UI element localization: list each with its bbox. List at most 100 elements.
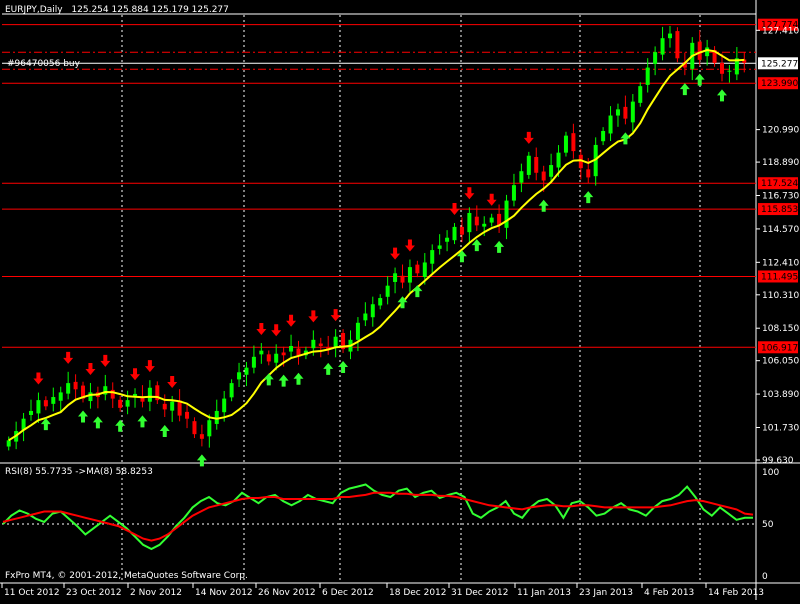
price-level-value: 115.853 xyxy=(761,205,798,215)
chart-header: EURJPY,Daily 125.254 125.884 125.179 125… xyxy=(5,5,229,16)
candle-body xyxy=(281,352,286,356)
candle-body xyxy=(229,383,234,398)
rsi-tick-label: 50 xyxy=(762,520,774,530)
candle-body xyxy=(474,216,479,226)
candle-body xyxy=(29,410,34,415)
up-arrow-icon xyxy=(92,416,103,429)
candle-body xyxy=(199,434,204,439)
time-tick-label: 23 Oct 2012 xyxy=(66,588,122,598)
candle-body xyxy=(667,33,672,39)
rsi-tick-label: 100 xyxy=(762,468,779,478)
current-price-value: 125.277 xyxy=(761,59,798,69)
candle-body xyxy=(563,135,568,153)
down-arrow-icon xyxy=(167,375,178,388)
up-arrow-icon xyxy=(278,374,289,387)
chart-window[interactable]: 127.774 123.990 117.524 115.853 111.495 106.9… xyxy=(0,0,800,600)
candle-body xyxy=(125,400,130,407)
rsi-ma-line xyxy=(2,491,754,542)
price-level-value: 106.917 xyxy=(761,343,798,353)
price-tick-label: 110.310 xyxy=(762,291,799,301)
candle-body xyxy=(289,345,294,352)
price-tick-label: 101.730 xyxy=(762,424,799,434)
candle-body xyxy=(660,38,665,55)
candle-body xyxy=(266,354,271,362)
candle-body xyxy=(556,152,561,168)
down-arrow-icon xyxy=(449,203,460,216)
up-arrow-icon xyxy=(620,132,631,145)
down-arrow-icon xyxy=(33,372,44,385)
down-arrow-icon xyxy=(404,239,415,252)
up-arrow-icon xyxy=(293,372,304,385)
time-tick-label: 11 Oct 2012 xyxy=(4,588,60,598)
candle-body xyxy=(645,67,650,85)
candle-body xyxy=(437,245,442,249)
up-arrow-icon xyxy=(78,410,89,423)
down-arrow-icon xyxy=(85,362,96,375)
price-tick-label: 112.410 xyxy=(762,258,799,268)
candle-body xyxy=(608,115,613,134)
candle-body xyxy=(222,398,227,413)
candle-body xyxy=(467,212,472,233)
up-arrow-icon xyxy=(263,373,274,386)
down-arrow-icon xyxy=(144,360,155,373)
candle-body xyxy=(393,273,398,282)
candle-body xyxy=(296,348,301,356)
price-tick-label: 103.890 xyxy=(762,390,799,400)
up-arrow-icon xyxy=(137,415,148,428)
candle-body xyxy=(459,226,464,235)
rsi-line xyxy=(2,483,753,551)
down-arrow-icon xyxy=(330,309,341,322)
down-arrow-icon xyxy=(63,351,74,364)
time-tick-label: 23 Jan 2013 xyxy=(579,588,633,598)
down-arrow-icon xyxy=(286,314,297,327)
candle-body xyxy=(586,169,591,178)
candle-body xyxy=(170,401,175,411)
up-arrow-icon xyxy=(716,89,727,102)
candle-body xyxy=(511,185,516,201)
candle-body xyxy=(638,86,643,103)
candle-body xyxy=(192,421,197,435)
ohlc-values: 125.254 125.884 125.179 125.277 xyxy=(71,5,229,15)
candle-body xyxy=(415,264,420,274)
time-tick-label: 4 Feb 2013 xyxy=(644,588,694,598)
up-arrow-icon xyxy=(412,285,423,298)
price-tick-label: 108.150 xyxy=(762,324,799,334)
candle-body xyxy=(489,217,494,223)
candle-body xyxy=(452,226,457,241)
symbol-label: EURJPY,Daily xyxy=(5,5,63,15)
footer-copyright: FxPro MT4, © 2001-2012, MetaQuotes Softw… xyxy=(5,571,248,581)
candle-body xyxy=(118,399,123,408)
candle-body xyxy=(601,131,606,142)
down-arrow-icon xyxy=(486,193,497,206)
candle-body xyxy=(504,200,509,228)
candle-body xyxy=(697,41,702,60)
price-level-value: 111.495 xyxy=(761,272,798,282)
candle-body xyxy=(311,339,316,349)
candle-body xyxy=(430,250,435,264)
candle-body xyxy=(6,440,11,447)
up-arrow-icon xyxy=(115,419,126,432)
candle-body xyxy=(385,285,390,297)
candle-body xyxy=(318,343,323,346)
candle-body xyxy=(251,356,256,368)
candle-body xyxy=(58,392,63,401)
candle-body xyxy=(623,106,628,119)
order-label[interactable]: #96470056 buy xyxy=(7,59,80,70)
candle-body xyxy=(370,304,375,318)
candle-body xyxy=(162,403,167,410)
candle-body xyxy=(355,322,360,340)
candle-body xyxy=(259,350,264,355)
time-tick-label: 2 Nov 2012 xyxy=(130,588,182,598)
candle-body xyxy=(630,101,635,123)
time-tick-label: 11 Jan 2013 xyxy=(517,588,571,598)
down-arrow-icon xyxy=(256,323,267,336)
candle-body xyxy=(422,262,427,278)
up-arrow-icon xyxy=(323,362,334,375)
rsi-title: RSI(8) 55.7735 ->MA(8) 58.8253 xyxy=(5,467,153,477)
price-tick-label: 99.630 xyxy=(762,456,794,466)
chart-svg: 127.774123.990117.524115.853111.495106.9… xyxy=(0,0,800,600)
time-tick-label: 14 Feb 2013 xyxy=(708,588,764,598)
candle-body xyxy=(378,298,383,306)
candle-body xyxy=(363,313,368,321)
candle-body xyxy=(482,223,487,227)
